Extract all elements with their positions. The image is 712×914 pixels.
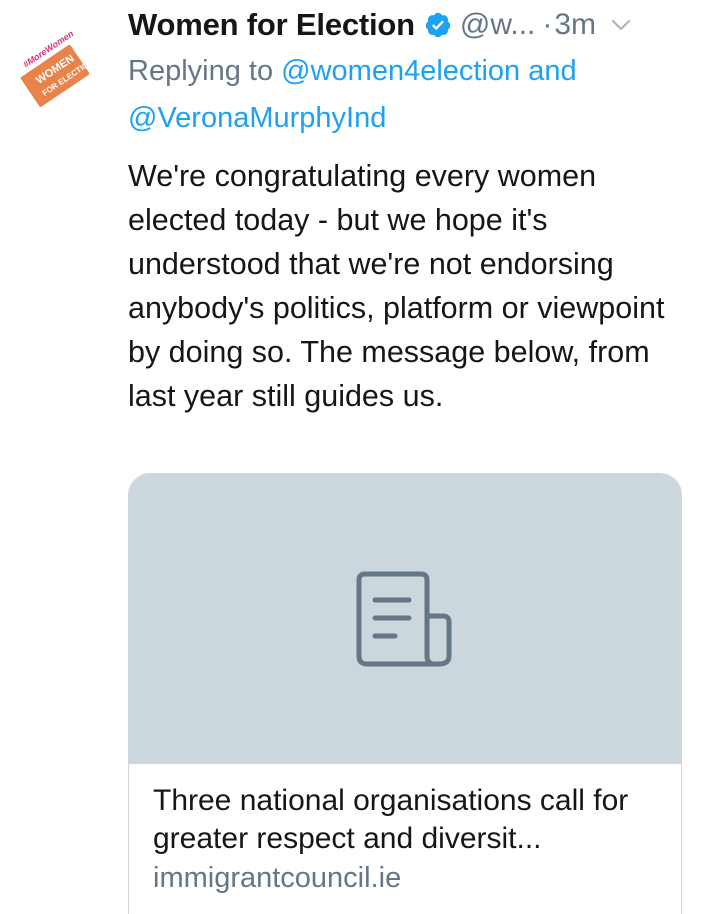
document-icon [356, 571, 452, 667]
tweet-text: We're congratulating every women elected… [128, 159, 665, 413]
link-preview-card[interactable]: Three national organisations call for gr… [128, 473, 682, 914]
card-media-placeholder [129, 474, 681, 764]
card-domain: immigrantcouncil.ie [153, 862, 402, 894]
card-body: Three national organisations call for gr… [129, 764, 681, 898]
avatar[interactable]: #MoreWomen WOMEN FOR ELECTION [8, 28, 95, 114]
women-for-election-logo: #MoreWomen WOMEN FOR ELECTION [20, 28, 95, 107]
replying-to: Replying to @women4election and @VeronaM… [128, 48, 688, 142]
reply-mention-link[interactable]: @women4election [281, 55, 520, 87]
replying-prefix: Replying to [128, 55, 274, 87]
chevron-down-icon[interactable] [610, 14, 632, 36]
user-handle[interactable]: @w... [460, 8, 535, 42]
reply-conjunction[interactable]: and [528, 55, 576, 87]
tweet-header: Women for Election @w... · 3m [128, 0, 688, 50]
tweet: Women for Election @w... · 3m Replying t… [128, 0, 688, 418]
verified-badge-icon [424, 11, 452, 39]
timestamp[interactable]: 3m [554, 8, 596, 42]
card-title: Three national organisations call for gr… [153, 784, 629, 855]
display-name[interactable]: Women for Election [128, 7, 415, 43]
reply-mention-link[interactable]: @VeronaMurphyInd [128, 102, 386, 134]
separator-dot: · [542, 8, 553, 41]
